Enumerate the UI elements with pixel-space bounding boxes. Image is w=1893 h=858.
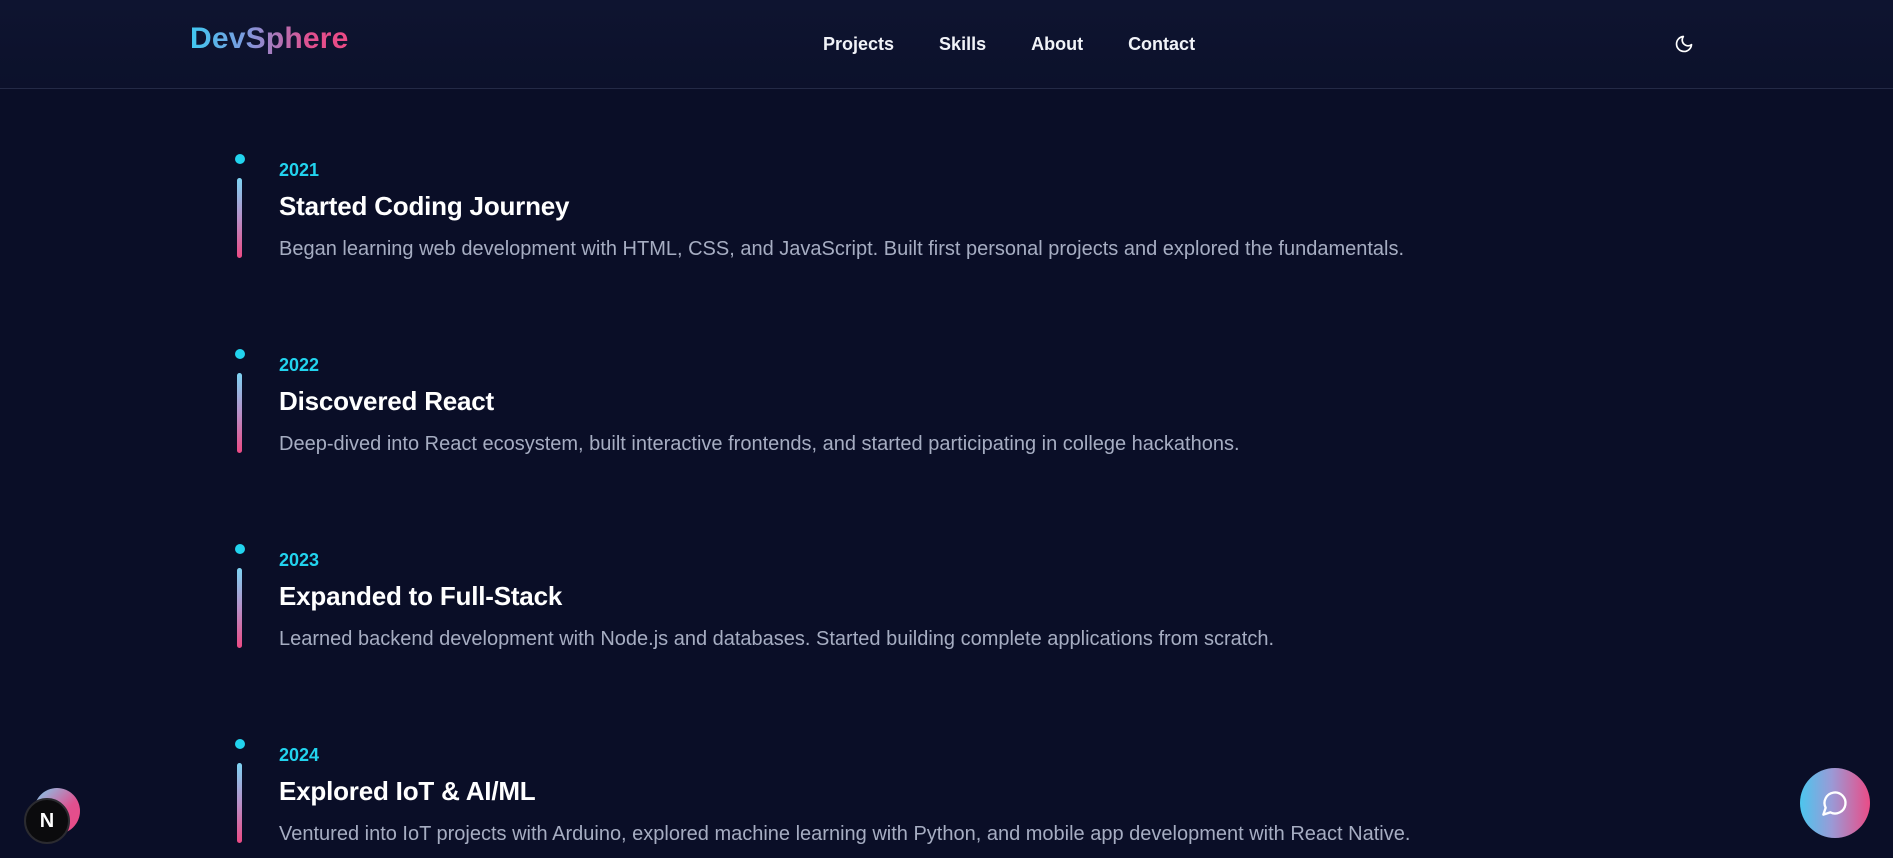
timeline-dot xyxy=(235,739,245,749)
page: DevSphere Projects Skills About Contact … xyxy=(0,0,1893,858)
timeline-line xyxy=(237,763,242,843)
timeline-item: 2021 Started Coding Journey Began learni… xyxy=(0,150,1893,270)
timeline-item: 2024 Explored IoT & AI/ML Ventured into … xyxy=(0,735,1893,855)
nav-link-projects[interactable]: Projects xyxy=(823,32,894,56)
chat-bubble-icon xyxy=(1822,791,1847,816)
timeline-year: 2023 xyxy=(279,550,320,570)
timeline-line xyxy=(237,568,242,648)
timeline-item: 2023 Expanded to Full-Stack Learned back… xyxy=(0,540,1893,660)
timeline-year: 2022 xyxy=(279,355,320,375)
timeline-title: Expanded to Full-Stack xyxy=(279,581,563,611)
timeline-year: 2021 xyxy=(279,160,320,180)
timeline-line xyxy=(237,373,242,453)
timeline-description: Began learning web development with HTML… xyxy=(279,238,1405,260)
timeline-description: Deep-dived into React ecosystem, built i… xyxy=(279,433,1240,455)
timeline-title: Started Coding Journey xyxy=(279,191,570,221)
timeline-dot xyxy=(235,544,245,554)
timeline-description: Ventured into IoT projects with Arduino,… xyxy=(279,823,1411,845)
nextjs-logo-icon: N xyxy=(39,809,55,832)
timeline-dot xyxy=(235,154,245,164)
nav-link-about[interactable]: About xyxy=(1031,32,1083,56)
site-header: DevSphere Projects Skills About Contact xyxy=(0,0,1893,89)
moon-icon xyxy=(1675,35,1693,53)
main-nav: Projects Skills About Contact xyxy=(823,32,1240,56)
dev-tools-badge: N xyxy=(24,786,84,846)
timeline-dot xyxy=(235,349,245,359)
nav-link-skills[interactable]: Skills xyxy=(939,32,986,56)
timeline-item: 2022 Discovered React Deep-dived into Re… xyxy=(0,345,1893,465)
timeline-line xyxy=(237,178,242,258)
timeline-title: Discovered React xyxy=(279,386,495,416)
nextjs-dev-tools-button[interactable]: N xyxy=(24,798,70,844)
chat-button[interactable] xyxy=(1800,768,1870,838)
timeline-description: Learned backend development with Node.js… xyxy=(279,628,1275,650)
theme-toggle-button[interactable] xyxy=(1670,30,1698,58)
brand-logo[interactable]: DevSphere xyxy=(190,22,349,56)
timeline-year: 2024 xyxy=(279,745,320,765)
nav-link-contact[interactable]: Contact xyxy=(1128,32,1195,56)
timeline-title: Explored IoT & AI/ML xyxy=(279,776,536,806)
